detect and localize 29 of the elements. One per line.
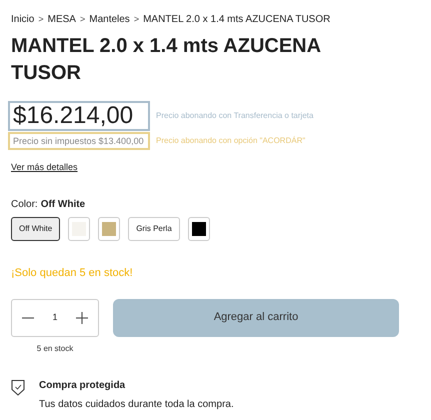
breadcrumb-separator: > xyxy=(38,12,44,26)
breadcrumb-separator: > xyxy=(134,12,140,26)
stock-alert-text: ¡Solo quedan 5 en stock! xyxy=(11,266,133,281)
breadcrumb-separator: > xyxy=(80,12,86,26)
color-swatch[interactable] xyxy=(68,217,90,241)
color-swatch[interactable] xyxy=(188,217,210,241)
color-value: Off White xyxy=(40,198,86,212)
price-without-tax: Precio sin impuestos $13.400,00 xyxy=(8,132,150,150)
product-title: MANTEL 2.0 x 1.4 mts AZUCENA TUSOR xyxy=(11,34,322,86)
breadcrumb-link[interactable]: Manteles xyxy=(89,12,130,27)
price-note: Precio abonando con Transferencia o tarjeta xyxy=(156,110,314,122)
color-option[interactable]: Off White xyxy=(11,217,60,241)
price-option-note: Precio abonando con opción "ACORDÁR" xyxy=(156,135,306,147)
add-to-cart-button[interactable]: Agregar al carrito xyxy=(113,298,399,336)
breadcrumb-link[interactable]: MESA xyxy=(48,12,76,27)
color-swatch[interactable] xyxy=(98,217,120,241)
details-link[interactable]: Ver más detalles xyxy=(11,161,78,174)
price: $16.214,00 xyxy=(8,101,150,131)
quantity-stepper[interactable]: 1 xyxy=(11,298,99,336)
protection-title: Compra protegida xyxy=(39,378,126,392)
color-option[interactable]: Gris Perla xyxy=(128,217,180,241)
breadcrumb-link[interactable]: MANTEL 2.0 x 1.4 mts AZUCENA TUSOR xyxy=(143,12,330,27)
protection-text: Tus datos cuidados durante toda la compra. xyxy=(39,398,234,412)
color-label: Color: xyxy=(11,198,38,212)
stock-count: 5 en stock xyxy=(36,342,74,354)
shield-check-icon xyxy=(11,378,25,396)
breadcrumb-link[interactable]: Inicio xyxy=(11,12,34,27)
quantity-value: 1 xyxy=(52,310,58,324)
plus-icon[interactable] xyxy=(76,312,88,324)
